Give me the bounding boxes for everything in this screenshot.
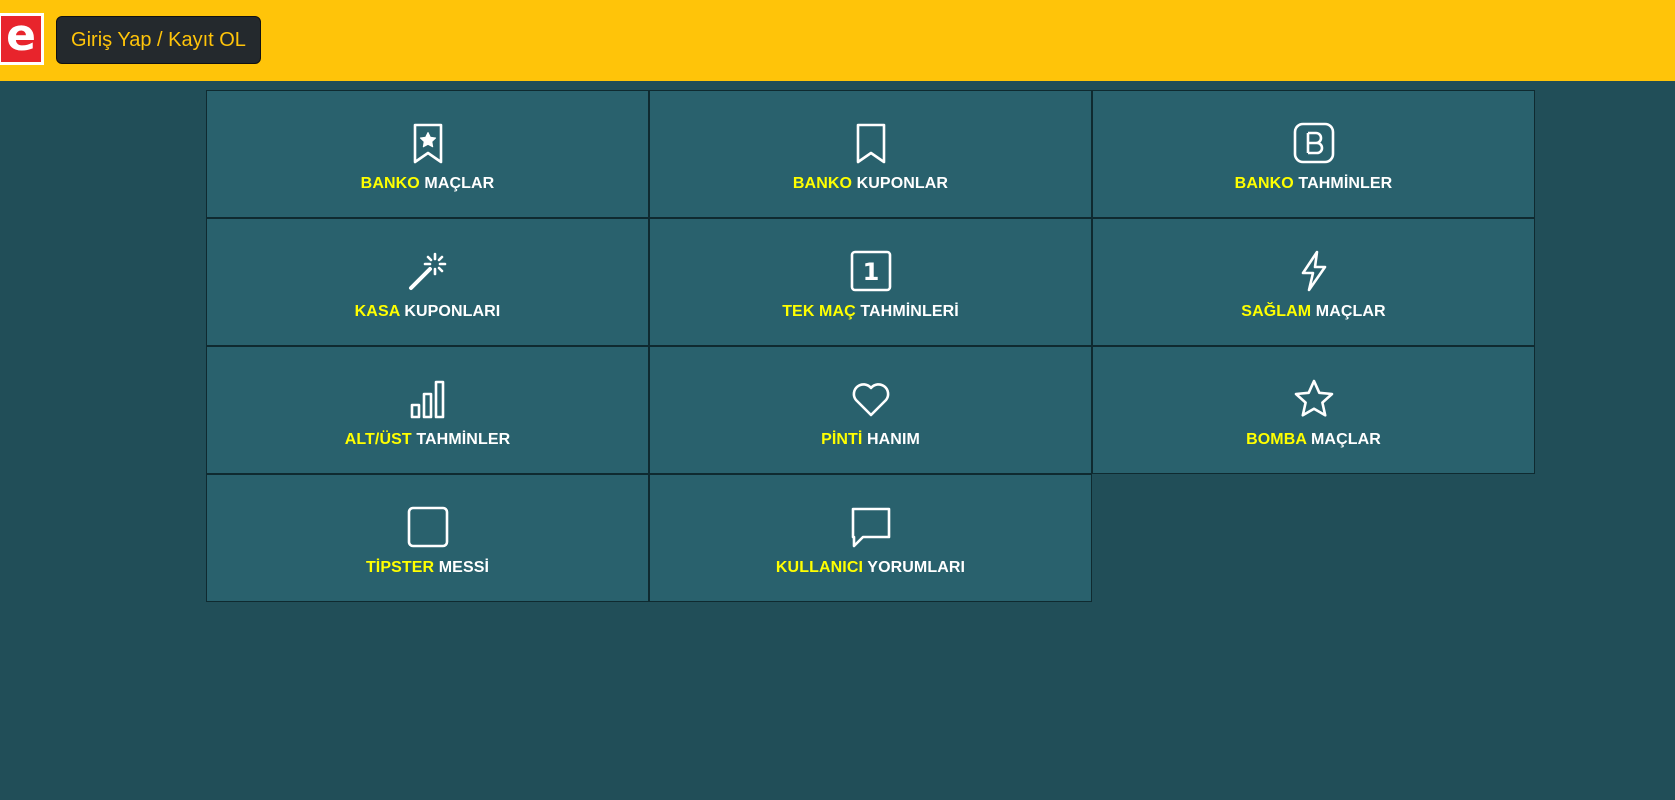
tile-label: KULLANICI YORUMLARI bbox=[776, 559, 965, 577]
logo-letter: e bbox=[6, 10, 36, 61]
bookmark-star-icon bbox=[406, 121, 450, 165]
tile-kullanici-yorumlari[interactable]: KULLANICI YORUMLARI bbox=[649, 474, 1092, 602]
tile-label-highlight: KASA bbox=[354, 303, 400, 320]
tile-label-highlight: SAĞLAM bbox=[1241, 303, 1312, 320]
tile-label-rest: TAHMİNLER bbox=[1298, 175, 1393, 192]
tile-label-rest: YORUMLARI bbox=[867, 559, 966, 576]
category-grid: BANKO MAÇLAR BANKO KUPONLAR BANKO TAHMİN… bbox=[206, 90, 1535, 602]
tile-banko-maclar[interactable]: BANKO MAÇLAR bbox=[206, 90, 649, 218]
tile-label-highlight: KULLANICI bbox=[775, 559, 864, 576]
star-icon bbox=[1292, 377, 1336, 421]
tile-label: SAĞLAM MAÇLAR bbox=[1241, 303, 1385, 321]
site-logo[interactable]: e bbox=[0, 13, 44, 65]
tile-banko-tahminler[interactable]: BANKO TAHMİNLER bbox=[1092, 90, 1535, 218]
bookmark-icon bbox=[849, 121, 893, 165]
tile-tek-mac-tahminleri[interactable]: 1 TEK MAÇ TAHMİNLERİ bbox=[649, 218, 1092, 346]
tile-label-highlight: TEK MAÇ bbox=[782, 303, 856, 320]
tile-label-highlight: PİNTİ bbox=[821, 431, 863, 448]
tile-label-highlight: TİPSTER bbox=[365, 559, 435, 576]
tile-label: BOMBA MAÇLAR bbox=[1246, 431, 1381, 449]
b-square-icon bbox=[1292, 121, 1336, 165]
tile-tipster-messi[interactable]: TİPSTER MESSİ bbox=[206, 474, 649, 602]
tile-label: TİPSTER MESSİ bbox=[366, 559, 489, 577]
tile-label-rest: MAÇLAR bbox=[1315, 303, 1386, 320]
icon-number: 1 bbox=[862, 258, 879, 286]
tile-label-rest: KUPONLARI bbox=[404, 303, 501, 320]
top-bar: e Giriş Yap / Kayıt OL bbox=[0, 0, 1675, 81]
tile-label-highlight: BANKO bbox=[792, 175, 853, 192]
tile-label-highlight: BANKO bbox=[360, 175, 420, 192]
chat-icon bbox=[849, 505, 893, 549]
tile-pinti-hanim[interactable]: PİNTİ HANIM bbox=[649, 346, 1092, 474]
tile-label-highlight: BANKO bbox=[1234, 175, 1294, 192]
tile-label-highlight: BOMBA bbox=[1246, 431, 1307, 448]
tile-kasa-kuponlari[interactable]: KASA KUPONLARI bbox=[206, 218, 649, 346]
tile-label: ALT/ÜST TAHMİNLER bbox=[345, 431, 511, 449]
tile-label-rest: HANIM bbox=[867, 431, 920, 448]
tile-label-rest: TAHMİNLER bbox=[416, 431, 511, 448]
tile-label-rest: MAÇLAR bbox=[424, 175, 495, 192]
number-one-square-icon: 1 bbox=[849, 249, 893, 293]
lightning-icon bbox=[1292, 249, 1336, 293]
heart-icon bbox=[849, 377, 893, 421]
tile-label: PİNTİ HANIM bbox=[821, 431, 920, 449]
tile-label: KASA KUPONLARI bbox=[355, 303, 501, 321]
tile-label-highlight: ALT/ÜST bbox=[344, 431, 412, 448]
tile-label: BANKO TAHMİNLER bbox=[1235, 175, 1393, 193]
square-icon bbox=[406, 505, 450, 549]
login-register-button[interactable]: Giriş Yap / Kayıt OL bbox=[56, 16, 261, 64]
tile-label: BANKO KUPONLAR bbox=[793, 175, 948, 193]
tile-label-rest: KUPONLAR bbox=[856, 175, 949, 192]
bar-chart-icon bbox=[406, 377, 450, 421]
tile-saglam-maclar[interactable]: SAĞLAM MAÇLAR bbox=[1092, 218, 1535, 346]
magic-wand-icon bbox=[406, 249, 450, 293]
tile-label-rest: MAÇLAR bbox=[1310, 431, 1381, 448]
tile-banko-kuponlar[interactable]: BANKO KUPONLAR bbox=[649, 90, 1092, 218]
tile-label-rest: MESSİ bbox=[438, 559, 490, 576]
tile-label-rest: TAHMİNLERİ bbox=[860, 303, 959, 320]
tile-bomba-maclar[interactable]: BOMBA MAÇLAR bbox=[1092, 346, 1535, 474]
tile-alt-ust-tahminler[interactable]: ALT/ÜST TAHMİNLER bbox=[206, 346, 649, 474]
tile-label: BANKO MAÇLAR bbox=[361, 175, 495, 193]
tile-label: TEK MAÇ TAHMİNLERİ bbox=[782, 303, 959, 321]
